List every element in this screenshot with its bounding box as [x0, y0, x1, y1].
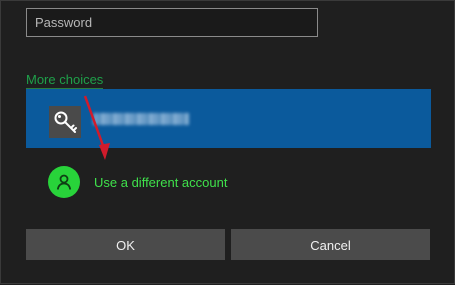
password-field[interactable]	[26, 8, 318, 37]
use-different-account-label: Use a different account	[94, 174, 228, 190]
sign-in-dialog: More choices Use a different account OK …	[0, 0, 455, 284]
user-icon	[48, 166, 80, 198]
use-different-account-option[interactable]: Use a different account	[48, 166, 227, 198]
cancel-button[interactable]: Cancel	[231, 229, 430, 260]
account-name-blurred	[93, 113, 189, 125]
more-choices-link[interactable]: More choices	[26, 72, 104, 90]
key-icon	[49, 106, 81, 138]
ok-button[interactable]: OK	[26, 229, 225, 260]
account-tile-selected[interactable]	[26, 89, 431, 148]
